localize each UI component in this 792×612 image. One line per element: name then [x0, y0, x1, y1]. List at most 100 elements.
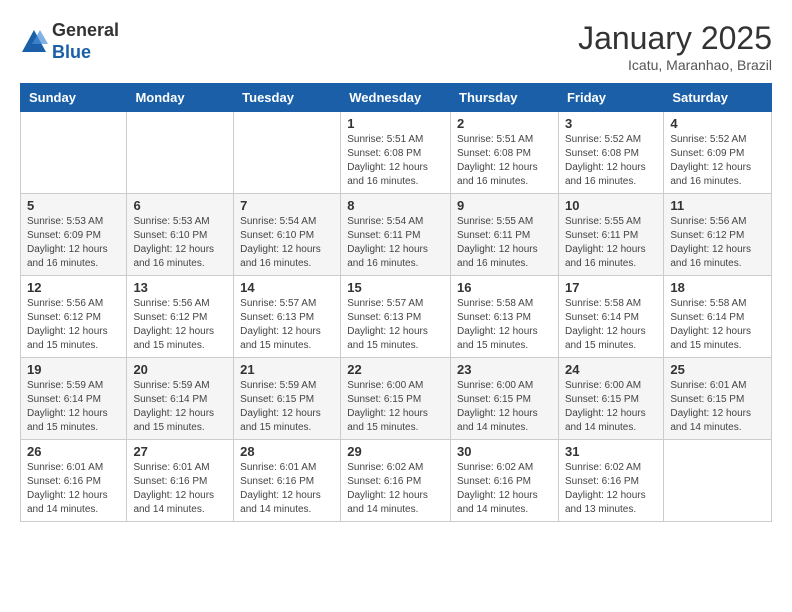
calendar-cell: 28Sunrise: 6:01 AM Sunset: 6:16 PM Dayli…	[234, 440, 341, 522]
calendar-cell: 26 Sunrise: 6:01 AM Sunset: 6:16 PM Dayli…	[21, 440, 127, 522]
calendar-cell: 3 Sunrise: 5:52 AM Sunset: 6:08 PM Daylig…	[558, 112, 663, 194]
day-info: Sunrise: 5:54 AM Sunset: 6:11 PM Dayligh…	[347, 215, 444, 271]
day-header-saturday: Saturday	[664, 84, 772, 112]
day-number: 11	[670, 198, 765, 213]
calendar-cell: 2 Sunrise: 5:51 AM Sunset: 6:08 PM Daylig…	[451, 112, 559, 194]
calendar-cell: 25 Sunrise: 6:01 AM Sunset: 6:15 PM Dayli…	[664, 358, 772, 440]
day-info: Sunrise: 5:59 AM Sunset: 6:14 PM Dayligh…	[27, 379, 120, 435]
day-info: Sunrise: 6:00 AM Sunset: 6:15 PM Dayligh…	[457, 379, 552, 435]
day-number: 13	[133, 280, 227, 295]
day-info: Sunrise: 5:55 AM Sunset: 6:11 PM Dayligh…	[457, 215, 552, 271]
day-number: 31	[565, 444, 657, 459]
calendar-cell: 31 Sunrise: 6:02 AM Sunset: 6:16 PM Dayli…	[558, 440, 663, 522]
day-number: 24	[565, 362, 657, 377]
day-info: Sunrise: 5:56 AM Sunset: 6:12 PM Dayligh…	[133, 297, 227, 353]
day-number: 12	[27, 280, 120, 295]
day-number: 16	[457, 280, 552, 295]
day-number: 29	[347, 444, 444, 459]
logo-icon	[20, 28, 48, 56]
day-number: 6	[133, 198, 227, 213]
day-number: 26	[27, 444, 120, 459]
day-info: Sunrise: 6:00 AM Sunset: 6:15 PM Dayligh…	[565, 379, 657, 435]
day-info: Sunrise: 5:57 AM Sunset: 6:13 PM Dayligh…	[240, 297, 334, 353]
day-number: 10	[565, 198, 657, 213]
calendar-cell: 21 Sunrise: 5:59 AM Sunset: 6:15 PM Dayli…	[234, 358, 341, 440]
calendar-cell: 5 Sunrise: 5:53 AM Sunset: 6:09 PM Daylig…	[21, 194, 127, 276]
day-info: Sunrise: 5:55 AM Sunset: 6:11 PM Dayligh…	[565, 215, 657, 271]
calendar-cell: 24 Sunrise: 6:00 AM Sunset: 6:15 PM Dayli…	[558, 358, 663, 440]
day-info: Sunrise: 6:02 AM Sunset: 6:16 PM Dayligh…	[347, 461, 444, 517]
calendar-cell: 8Sunrise: 5:54 AM Sunset: 6:11 PM Daylig…	[341, 194, 451, 276]
day-number: 5	[27, 198, 120, 213]
day-info: Sunrise: 5:51 AM Sunset: 6:08 PM Dayligh…	[347, 133, 444, 189]
day-header-wednesday: Wednesday	[341, 84, 451, 112]
day-info: Sunrise: 6:02 AM Sunset: 6:16 PM Dayligh…	[565, 461, 657, 517]
day-info: Sunrise: 6:01 AM Sunset: 6:16 PM Dayligh…	[133, 461, 227, 517]
day-header-friday: Friday	[558, 84, 663, 112]
calendar-week-3: 12 Sunrise: 5:56 AM Sunset: 6:12 PM Dayli…	[21, 276, 772, 358]
day-info: Sunrise: 5:58 AM Sunset: 6:13 PM Dayligh…	[457, 297, 552, 353]
day-header-monday: Monday	[127, 84, 234, 112]
day-info: Sunrise: 6:00 AM Sunset: 6:15 PM Dayligh…	[347, 379, 444, 435]
calendar-cell: 16 Sunrise: 5:58 AM Sunset: 6:13 PM Dayli…	[451, 276, 559, 358]
calendar-table: SundayMondayTuesdayWednesdayThursdayFrid…	[20, 83, 772, 522]
calendar-cell: 22 Sunrise: 6:00 AM Sunset: 6:15 PM Dayli…	[341, 358, 451, 440]
day-info: Sunrise: 5:52 AM Sunset: 6:08 PM Dayligh…	[565, 133, 657, 189]
day-info: Sunrise: 5:56 AM Sunset: 6:12 PM Dayligh…	[27, 297, 120, 353]
day-info: Sunrise: 5:58 AM Sunset: 6:14 PM Dayligh…	[565, 297, 657, 353]
day-info: Sunrise: 6:01 AM Sunset: 6:15 PM Dayligh…	[670, 379, 765, 435]
calendar-cell: 10 Sunrise: 5:55 AM Sunset: 6:11 PM Dayli…	[558, 194, 663, 276]
day-number: 15	[347, 280, 444, 295]
day-header-tuesday: Tuesday	[234, 84, 341, 112]
day-number: 28	[240, 444, 334, 459]
day-number: 27	[133, 444, 227, 459]
day-info: Sunrise: 5:57 AM Sunset: 6:13 PM Dayligh…	[347, 297, 444, 353]
calendar-cell: 12 Sunrise: 5:56 AM Sunset: 6:12 PM Dayli…	[21, 276, 127, 358]
day-info: Sunrise: 5:53 AM Sunset: 6:10 PM Dayligh…	[133, 215, 227, 271]
calendar-cell	[21, 112, 127, 194]
calendar-cell: 13 Sunrise: 5:56 AM Sunset: 6:12 PM Dayli…	[127, 276, 234, 358]
day-info: Sunrise: 5:52 AM Sunset: 6:09 PM Dayligh…	[670, 133, 765, 189]
day-info: Sunrise: 5:56 AM Sunset: 6:12 PM Dayligh…	[670, 215, 765, 271]
day-number: 21	[240, 362, 334, 377]
day-number: 14	[240, 280, 334, 295]
calendar-week-1: 1 Sunrise: 5:51 AM Sunset: 6:08 PM Daylig…	[21, 112, 772, 194]
day-info: Sunrise: 5:53 AM Sunset: 6:09 PM Dayligh…	[27, 215, 120, 271]
day-number: 19	[27, 362, 120, 377]
day-number: 22	[347, 362, 444, 377]
day-number: 23	[457, 362, 552, 377]
calendar-cell: 30Sunrise: 6:02 AM Sunset: 6:16 PM Dayli…	[451, 440, 559, 522]
calendar-cell: 23 Sunrise: 6:00 AM Sunset: 6:15 PM Dayli…	[451, 358, 559, 440]
day-number: 25	[670, 362, 765, 377]
calendar-cell	[127, 112, 234, 194]
day-info: Sunrise: 5:54 AM Sunset: 6:10 PM Dayligh…	[240, 215, 334, 271]
day-header-sunday: Sunday	[21, 84, 127, 112]
calendar-cell: 4 Sunrise: 5:52 AM Sunset: 6:09 PM Daylig…	[664, 112, 772, 194]
day-number: 7	[240, 198, 334, 213]
location-subtitle: Icatu, Maranhao, Brazil	[578, 57, 772, 73]
calendar-cell: 20Sunrise: 5:59 AM Sunset: 6:14 PM Dayli…	[127, 358, 234, 440]
calendar-cell	[234, 112, 341, 194]
day-info: Sunrise: 5:59 AM Sunset: 6:15 PM Dayligh…	[240, 379, 334, 435]
day-info: Sunrise: 6:01 AM Sunset: 6:16 PM Dayligh…	[27, 461, 120, 517]
day-number: 30	[457, 444, 552, 459]
calendar-week-5: 26 Sunrise: 6:01 AM Sunset: 6:16 PM Dayli…	[21, 440, 772, 522]
logo: General Blue	[20, 20, 119, 63]
calendar-week-2: 5 Sunrise: 5:53 AM Sunset: 6:09 PM Daylig…	[21, 194, 772, 276]
calendar-cell: 9 Sunrise: 5:55 AM Sunset: 6:11 PM Daylig…	[451, 194, 559, 276]
day-number: 9	[457, 198, 552, 213]
day-number: 20	[133, 362, 227, 377]
day-number: 2	[457, 116, 552, 131]
day-number: 1	[347, 116, 444, 131]
day-number: 4	[670, 116, 765, 131]
day-number: 17	[565, 280, 657, 295]
day-number: 3	[565, 116, 657, 131]
calendar-cell: 11 Sunrise: 5:56 AM Sunset: 6:12 PM Dayli…	[664, 194, 772, 276]
calendar-cell: 6 Sunrise: 5:53 AM Sunset: 6:10 PM Daylig…	[127, 194, 234, 276]
logo-blue-label: Blue	[52, 42, 119, 64]
day-info: Sunrise: 5:58 AM Sunset: 6:14 PM Dayligh…	[670, 297, 765, 353]
logo-general-label: General	[52, 20, 119, 42]
day-info: Sunrise: 5:51 AM Sunset: 6:08 PM Dayligh…	[457, 133, 552, 189]
calendar-cell	[664, 440, 772, 522]
calendar-cell: 29 Sunrise: 6:02 AM Sunset: 6:16 PM Dayli…	[341, 440, 451, 522]
